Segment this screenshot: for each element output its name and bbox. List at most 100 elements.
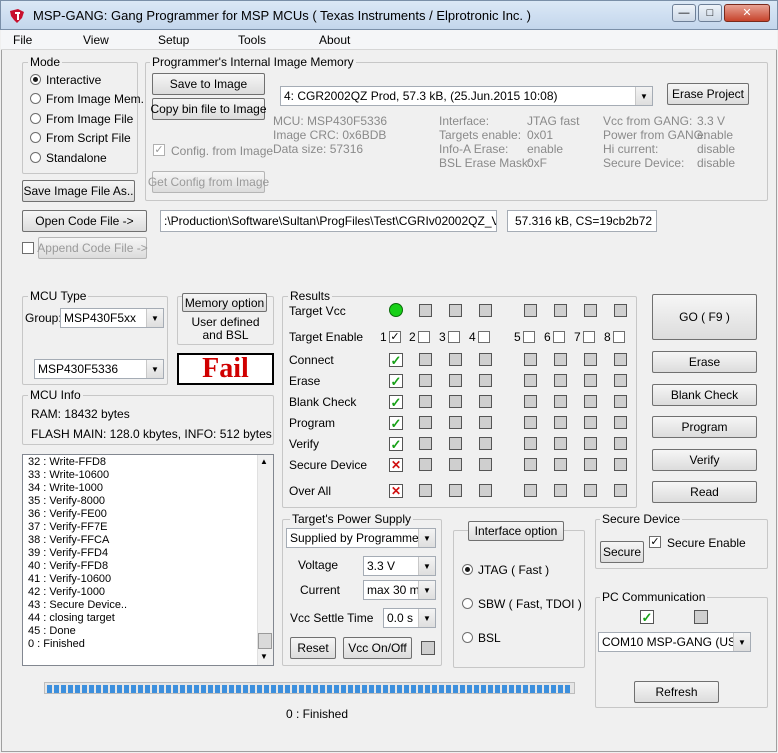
program-button[interactable]: Program: [652, 416, 757, 438]
mode-image-mem-radio[interactable]: [30, 93, 41, 104]
minimize-button[interactable]: —: [672, 4, 696, 22]
result-cell: [449, 484, 462, 497]
append-code-file-checkbox[interactable]: [22, 242, 34, 254]
result-cell: [584, 458, 597, 471]
vcc-onoff-button[interactable]: Vcc On/Off: [343, 637, 412, 659]
go-button[interactable]: GO ( F9 ): [652, 294, 757, 340]
target-enable-checkbox[interactable]: [478, 331, 490, 343]
scroll-down-icon[interactable]: ▼: [260, 652, 268, 661]
mode-script-file-radio[interactable]: [30, 132, 41, 143]
mode-standalone-radio[interactable]: [30, 152, 41, 163]
verify-button[interactable]: Verify: [652, 449, 757, 471]
result-cell: [449, 416, 462, 429]
menu-file[interactable]: File: [13, 33, 32, 47]
append-code-file-button[interactable]: Append Code File ->: [37, 237, 148, 259]
mode-image-mem-label: From Image Mem.: [46, 92, 145, 106]
image-select-value: 4: CGR2002QZ Prod, 57.3 kB, (25.Jun.2015…: [284, 89, 558, 103]
secure-enable-checkbox[interactable]: ✓: [649, 536, 661, 548]
result-cell: [614, 437, 627, 450]
erase-project-button[interactable]: Erase Project: [667, 83, 749, 105]
target-enable-checkbox[interactable]: [613, 331, 625, 343]
blank-check-button[interactable]: Blank Check: [652, 384, 757, 406]
power-supply-label: Target's Power Supply: [290, 512, 414, 526]
voltage-dropdown[interactable]: 3.3 V ▼: [363, 556, 436, 576]
mcu-ram: RAM: 18432 bytes: [31, 407, 130, 421]
result-row-label: Erase: [289, 374, 321, 388]
maximize-button[interactable]: □: [698, 4, 722, 22]
memory-user-defined: User defined: [191, 315, 260, 329]
memory-option-button[interactable]: Memory option: [182, 293, 267, 312]
result-cell: [554, 395, 567, 408]
result-ok-indicator: ✓: [389, 437, 403, 452]
menu-view[interactable]: View: [83, 33, 109, 47]
interface-sbw-radio[interactable]: [462, 598, 473, 609]
progress-segment: [222, 685, 227, 693]
result-cell: [449, 353, 462, 366]
log-line: 35 : Verify-8000: [28, 495, 106, 507]
target-enable-checkbox[interactable]: ✓: [389, 331, 401, 343]
current-dropdown[interactable]: max 30 mA ▼: [363, 580, 436, 600]
mode-interactive-radio[interactable]: [30, 74, 41, 85]
info-bsl-label: BSL Erase Mask:: [439, 156, 532, 170]
settle-dropdown[interactable]: 0.0 s ▼: [383, 608, 436, 628]
progress-segment: [320, 685, 325, 693]
menu-tools[interactable]: Tools: [238, 33, 266, 47]
open-code-file-button[interactable]: Open Code File ->: [22, 210, 147, 232]
interface-bsl-radio[interactable]: [462, 632, 473, 643]
info-interface-label: Interface:: [439, 114, 490, 128]
interface-jtag-radio[interactable]: [462, 564, 473, 575]
target-number: 6: [544, 330, 551, 344]
progress-segment: [551, 685, 556, 693]
info-size: Data size: 57316: [273, 142, 364, 156]
comm-ok-indicator: ✓: [640, 610, 654, 625]
progress-segment: [138, 685, 143, 693]
refresh-button[interactable]: Refresh: [634, 681, 719, 703]
info-infoa: enable: [527, 142, 564, 156]
mode-image-file-radio[interactable]: [30, 113, 41, 124]
progress-segment: [397, 685, 402, 693]
result-cell: [449, 395, 462, 408]
progress-segment: [446, 685, 451, 693]
interface-option-button[interactable]: Interface option: [468, 521, 564, 541]
menu-about[interactable]: About: [319, 33, 350, 47]
target-enable-checkbox[interactable]: [448, 331, 460, 343]
progress-segment: [530, 685, 535, 693]
progress-segment: [348, 685, 353, 693]
result-cell: [419, 395, 432, 408]
mcu-device-dropdown[interactable]: MSP430F5336 ▼: [34, 359, 164, 379]
secure-button[interactable]: Secure: [600, 541, 644, 563]
progress-segment: [299, 685, 304, 693]
progress-segment: [404, 685, 409, 693]
mcu-group-dropdown[interactable]: MSP430F5xx ▼: [60, 308, 164, 328]
target-enable-checkbox[interactable]: [523, 331, 535, 343]
result-cell: [614, 353, 627, 366]
scroll-up-icon[interactable]: ▲: [260, 457, 268, 466]
read-button[interactable]: Read: [652, 481, 757, 503]
result-cell: [524, 437, 537, 450]
title-bar: MSP-GANG: Gang Programmer for MSP MCUs (…: [0, 0, 778, 30]
progress-segment: [110, 685, 115, 693]
target-enable-checkbox[interactable]: [418, 331, 430, 343]
menu-setup[interactable]: Setup: [158, 33, 189, 47]
target-enable-checkbox[interactable]: [553, 331, 565, 343]
log-line: 45 : Done: [28, 625, 76, 637]
voltage-label: Voltage: [298, 558, 339, 572]
save-image-file-as-button[interactable]: Save Image File As..: [22, 180, 135, 202]
target-enable-checkbox[interactable]: [583, 331, 595, 343]
get-config-from-image-button[interactable]: Get Config from Image: [148, 171, 269, 193]
result-cell: [479, 437, 492, 450]
reset-button[interactable]: Reset: [290, 637, 336, 659]
result-cell: [614, 395, 627, 408]
vcc-status-indicator: [421, 641, 435, 655]
power-source-dropdown[interactable]: Supplied by Programmer ▼: [286, 528, 436, 548]
image-select-dropdown[interactable]: 4: CGR2002QZ Prod, 57.3 kB, (25.Jun.2015…: [280, 86, 653, 106]
mode-standalone-label: Standalone: [46, 151, 107, 165]
close-button[interactable]: ✕: [724, 4, 770, 22]
copy-bin-to-image-button[interactable]: Copy bin file to Image: [150, 98, 267, 120]
config-from-image-checkbox[interactable]: ✓: [153, 144, 165, 156]
code-file-size-cs: 57.316 kB, CS=19cb2b72: [507, 210, 657, 232]
log-scroll-thumb[interactable]: [258, 633, 272, 649]
erase-button[interactable]: Erase: [652, 351, 757, 373]
com-port-dropdown[interactable]: COM10 MSP-GANG (USB) ▼: [598, 632, 751, 652]
save-to-image-button[interactable]: Save to Image: [152, 73, 265, 95]
